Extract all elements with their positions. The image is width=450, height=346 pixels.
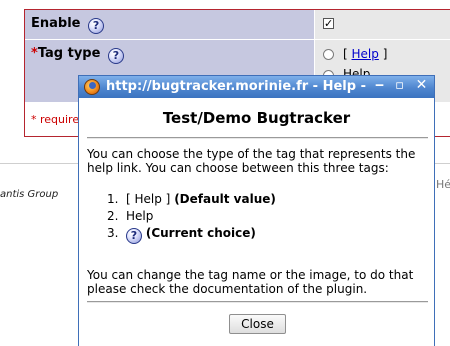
tag-type-radio-1[interactable] (323, 49, 334, 60)
tag-type-label: Tag type (37, 46, 101, 61)
enable-row: Enable ? ✓ (25, 10, 450, 39)
list-item: 1. [ Help ] (Default value) (87, 192, 427, 209)
tag-type-option-1: [ Help ] (343, 47, 387, 61)
popup-heading: Test/Demo Bugtracker (162, 109, 351, 127)
required-star: * (31, 46, 38, 61)
help-link[interactable]: Help (352, 47, 379, 61)
footer-divider-popup (87, 301, 428, 303)
popup-title: http://bugtracker.morinie.fr - Help - (106, 79, 366, 94)
popup-content: Test/Demo Bugtracker You can choose the … (79, 98, 434, 346)
help-question-icon[interactable]: ? (88, 18, 105, 34)
list-number: 2. (107, 209, 119, 223)
page: Enable ? ✓ *Tag type ? [ Help ] Help * r… (0, 0, 450, 346)
enable-label-cell: Enable ? (25, 10, 314, 39)
firefox-icon (84, 79, 100, 95)
close-button[interactable]: Close (229, 314, 286, 334)
maximize-icon[interactable]: ▫ (392, 79, 407, 94)
minimize-icon[interactable]: ‒ (372, 79, 387, 94)
list-number: 1. (107, 192, 119, 206)
footer-copyright: antis Group (0, 189, 59, 200)
footer-right-text: Hé (436, 178, 450, 191)
help-popup-window: http://bugtracker.morinie.fr - Help - ‒ … (78, 75, 435, 346)
enable-label: Enable (31, 16, 81, 31)
bracket-open: [ (343, 47, 348, 61)
help-question-icon[interactable]: ? (107, 48, 124, 64)
close-icon[interactable]: ✕ (414, 78, 429, 94)
list-item: 2. Help (87, 209, 427, 226)
intro-text: You can choose the type of the tag that … (87, 147, 416, 175)
option-note: (Current choice) (145, 226, 256, 240)
list-number: 3. (107, 226, 119, 240)
option-text: [ Help ] (126, 192, 171, 206)
outro-text: You can change the tag name or the image… (87, 268, 414, 296)
popup-titlebar[interactable]: http://bugtracker.morinie.fr - Help - ‒ … (79, 76, 434, 98)
option-text: Help (126, 209, 154, 223)
bracket-close: ] (382, 47, 388, 61)
enable-checkbox[interactable]: ✓ (323, 18, 334, 29)
enable-value-cell: ✓ (315, 10, 450, 39)
list-item: 3. ? (Current choice) (87, 226, 427, 244)
heading-divider (87, 137, 428, 139)
help-question-icon: ? (126, 228, 142, 244)
tag-options-list: 1. [ Help ] (Default value) 2. Help 3. ?… (87, 192, 427, 244)
option-note: (Default value) (174, 192, 276, 206)
